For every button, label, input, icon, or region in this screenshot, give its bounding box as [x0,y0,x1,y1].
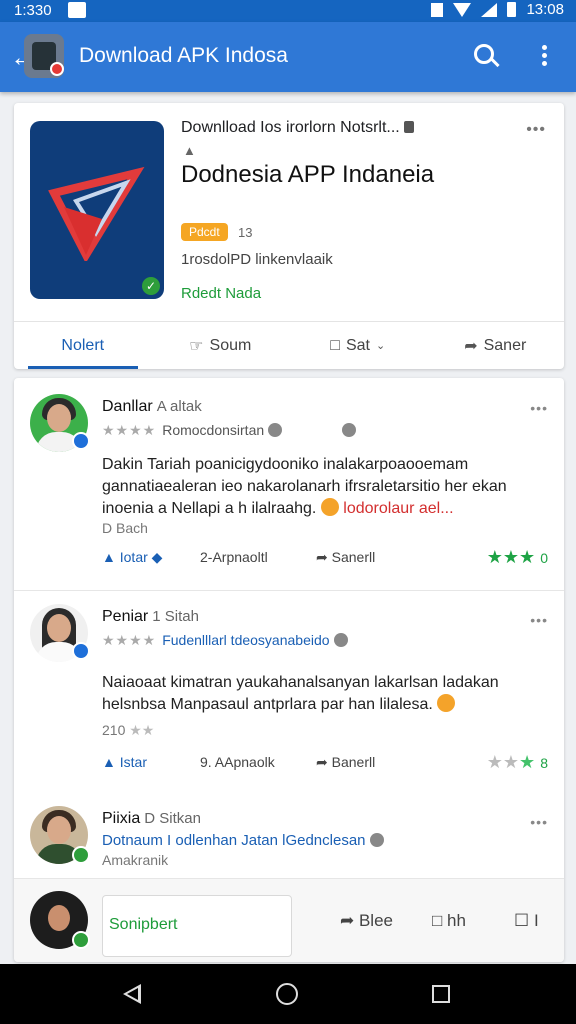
status-time-right: 13:08 [526,1,564,18]
developer-badge-icon: ▲ [183,143,196,158]
reply-button[interactable]: 9. AApnaolk [200,754,275,770]
rating-stars-icon: ★★★ 0 [486,547,548,567]
nav-recents-icon[interactable] [432,985,450,1003]
signal-icon [481,2,498,17]
app-name: Dodnesia APP Indaneia [181,161,435,188]
review-body: Dakin Tariah poanicigydooniko inalakarpo… [102,456,507,517]
search-icon[interactable] [472,42,502,72]
like-button[interactable]: ☐ I [514,911,539,931]
globe-icon [268,423,283,437]
star-rating-icon: ★★★★ [102,632,157,648]
app-tag-badge: Pdcdt [181,223,228,241]
review-more-icon[interactable]: ••• [530,612,548,628]
comment-input[interactable]: Sonipbert [102,895,292,957]
verified-badge-icon [72,432,90,450]
review-date: D Bach [102,520,148,536]
share-button[interactable]: ➦ Sanerll [316,549,375,566]
app-info-card: ✓ Downlload Ios irorlorn Notsrlt... ▲ Do… [14,103,564,369]
share-arrow-icon: ➦ [464,337,478,355]
tab-soum[interactable]: ☞ Soum [152,322,290,369]
nav-back-icon[interactable] [123,984,141,1004]
comment-composer: Sonipbert ➦ Blee □ hh ☐ I [14,878,564,962]
emoji-box-icon: □ [432,911,443,930]
wifi-icon [453,2,472,17]
verified-badge-icon [72,642,90,660]
review-body: Naiaoaat kimatran yaukahanalsanyan lakar… [102,674,499,713]
app-meta: 1rosdolPD linkenvlaaik [181,251,333,268]
app-status-text[interactable]: Rdedt Nada [181,285,261,302]
app-bar: ← Download APK Indosa [0,22,576,92]
like-button[interactable]: ▲ Istar [102,754,147,770]
more-options-icon[interactable] [538,42,550,72]
reviews-card: Danllar A altak ★★★★ Romocdonsirtan ••• Da… [14,378,564,962]
card-more-icon[interactable]: ••• [526,121,546,139]
reply-button[interactable]: 2-Arpnaoltl [200,549,268,565]
emoji-icon [320,498,339,516]
comment-placeholder: Sonipbert [109,916,178,933]
star-rating-icon: ★★★★ [102,422,157,438]
battery-icon [507,2,517,17]
review-date: 210 ★★ [102,722,155,738]
lock-icon [403,121,414,133]
review-more-icon[interactable]: ••• [530,814,548,830]
chevron-down-icon: ⌄ [375,340,386,352]
share-button[interactable]: ➦ Banerll [316,754,375,771]
reviewer-subline: ★★★★ Fudenlllarl tdeosyanabeido [102,632,348,649]
reviewer-name[interactable]: Peniar 1 Sitah [102,608,199,626]
share-hand-icon: ☞ [189,337,204,355]
notification-icon [68,2,86,18]
verified-badge-icon [72,846,90,864]
app-action-tabs: Nolert ☞ Soum □ Sat ⌄ ➦ Saner [14,321,564,369]
system-nav-bar [0,964,576,1024]
review-divider [14,590,564,591]
review-date: Amakranik [102,852,169,868]
status-time-left: 1:330 [14,2,52,19]
review-actions: ▲ Istar 9. AApnaolk ➦ Banerll ★★★ 8 [102,752,552,776]
like-button[interactable]: ▲ Iotar ◆ [102,549,162,566]
app-developer[interactable]: Downlload Ios irorlorn Notsrlt... [181,119,414,137]
globe-icon [333,633,348,647]
app-triangle-logo-icon [48,166,145,261]
review-more-icon[interactable]: ••• [530,400,548,416]
thumb-icon: ☐ [514,911,530,930]
app-icon[interactable]: ✓ [30,121,164,299]
share-button[interactable]: ➦ Blee [340,911,393,931]
notification-badge-icon [50,62,64,76]
bookmark-icon: □ [330,336,340,354]
app-logo [24,34,64,78]
tab-nolert[interactable]: Nolert [14,322,152,369]
globe-icon-2 [342,423,357,437]
emoji-button[interactable]: □ hh [432,911,466,931]
review-actions: ▲ Iotar ◆ 2-Arpnaoltl ➦ Sanerll ★★★ 0 [102,547,552,571]
emoji-icon [437,694,456,712]
nav-home-icon[interactable] [276,983,298,1005]
reviewer-name[interactable]: Danllar A altak [102,398,202,416]
verified-badge-icon [72,931,90,949]
reviewer-name[interactable]: Piixia D Sitkan [102,810,201,828]
reviewer-subline: Dotnaum I odlenhan Jatan lGednclesan [102,832,384,849]
status-bar: 1:330 13:08 [0,0,576,22]
vibrate-icon [431,2,444,17]
verified-check-icon: ✓ [142,277,160,295]
rating-stars-icon: ★★★ 8 [486,752,548,772]
tab-saner[interactable]: ➦ Saner [427,322,565,369]
reviewer-subline: ★★★★ Romocdonsirtan [102,422,357,439]
app-bar-title: Download APK Indosa [79,44,288,67]
app-tag-count: 13 [238,225,253,240]
tab-sat[interactable]: □ Sat ⌄ [289,322,427,369]
globe-icon [369,833,384,847]
status-icons: 13:08 [431,1,564,18]
